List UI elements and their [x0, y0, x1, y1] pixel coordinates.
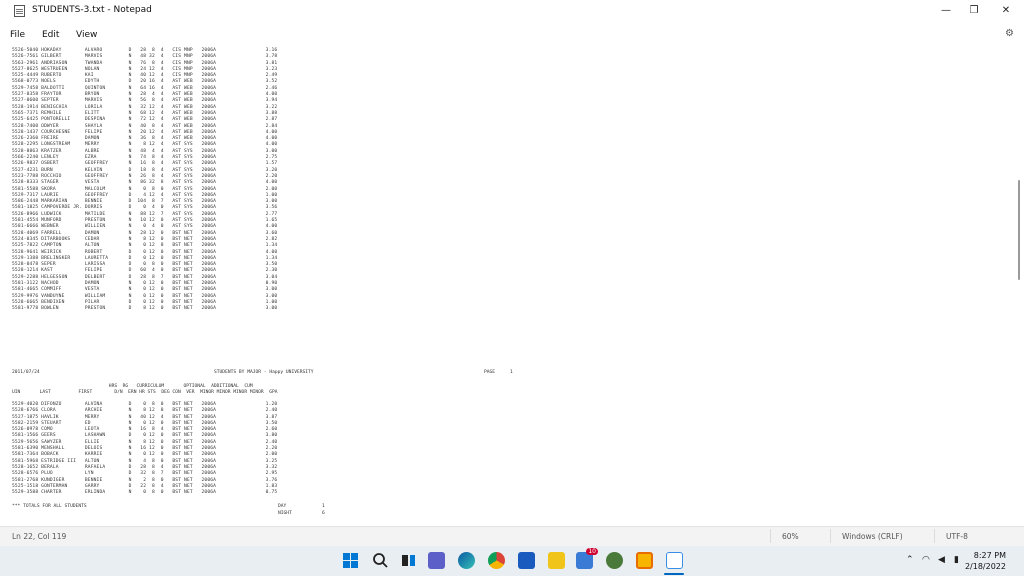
record-line: 5528-8333 STAGER VESTA N 86 32 8 AST SYS…	[12, 180, 278, 186]
report-date: 2011/07/24	[12, 370, 40, 375]
day-count: 1	[322, 504, 325, 509]
record-line: 5529-9976 VANDUYNE WILLIAM N 0 12 0 BST …	[12, 293, 278, 299]
task-view-icon[interactable]	[400, 552, 417, 569]
record-line: 5528-4069 FARRELL DAMON N 28 12 0 BST NE…	[12, 230, 278, 236]
minimize-button[interactable]: —	[932, 3, 960, 19]
teams-icon[interactable]	[428, 552, 445, 569]
record-line: 5527-1875 HAVLIK MERRY N 40 12 4 BST NET…	[12, 414, 278, 420]
page-label: PAGE	[484, 370, 496, 375]
notification-badge: 10	[586, 548, 598, 555]
app-icon[interactable]	[606, 552, 623, 569]
clock-date: 2/18/2022	[964, 562, 1006, 571]
battery-icon[interactable]: ▮	[954, 555, 959, 565]
photos-icon[interactable]: 10	[576, 548, 598, 569]
wifi-icon[interactable]: ◠	[922, 555, 930, 565]
record-line: 5529-3588 CHARTER ERLINDA N 0 8 0 BST NE…	[12, 490, 278, 496]
zoom-level: 60%	[782, 532, 799, 541]
record-line: 5526-7561 GILBERT MARVIS N 48 32 4 CIS M…	[12, 54, 278, 60]
notepad-taskbar-icon[interactable]	[666, 552, 683, 569]
records-bottom: 5529-4020 DIFONZO ALVINA D 0 8 0 BST NET…	[12, 402, 277, 496]
column-header-1: HRS RG CURRICULUM OPTIONAL ADDITIONAL CU…	[12, 384, 253, 389]
record-line: 5581-9778 BOWLEN PRESTON D 8 12 0 BST NE…	[12, 306, 278, 312]
taskbar: 10 ⌃ ◠ ◀ ▮ 8:27 PM 2/18/2022	[0, 546, 1024, 576]
record-line: 5528-7400 ODWYER SHAYLA N 40 8 4 AST WEB…	[12, 123, 278, 129]
encoding: UTF-8	[946, 532, 968, 541]
clock[interactable]: 8:27 PM 2/18/2022	[965, 550, 1006, 572]
page-number: 1	[510, 370, 513, 375]
line-ending: Windows (CRLF)	[842, 532, 903, 541]
night-count: 6	[322, 511, 325, 516]
windows-icon[interactable]	[342, 552, 359, 569]
record-line: 5527-4231 BURN KELVIN D 18 8 4 AST SYS 2…	[12, 167, 278, 173]
maximize-button[interactable]: ❐	[960, 3, 988, 19]
search-icon[interactable]	[372, 552, 389, 569]
explorer-icon[interactable]	[548, 552, 565, 569]
record-line: 5563-2961 ANDRIASON TWANDA N 76 8 4 CIS …	[12, 60, 278, 66]
status-bar: Ln 22, Col 119 60% Windows (CRLF) UTF-8	[0, 526, 1024, 547]
totals-label: *** TOTALS FOR ALL STUDENTS	[12, 504, 87, 509]
record-line: 5581-7364 BOBACK KARRIE N 0 12 0 BST NET…	[12, 452, 278, 458]
record-line: 5581-1566 GEERS LASHAWN D 0 12 0 BST NET…	[12, 433, 278, 439]
chevron-up-icon[interactable]: ⌃	[906, 555, 914, 565]
speaker-icon[interactable]: ◀	[938, 555, 945, 565]
record-line: 5528-6576 PLUO LYN D 32 8 7 BST NET 2006…	[12, 471, 278, 477]
records-top: 5526-5040 HOKADAY ALVARO D 28 8 4 CIS MN…	[12, 48, 277, 312]
word-icon[interactable]	[518, 552, 535, 569]
record-line: 5525-6425 PONTORELLI DESPINA N 72 12 4 A…	[12, 117, 278, 123]
record-line: 5527-0600 SEPTER MARVIS N 56 8 4 AST WEB…	[12, 98, 278, 104]
settings-icon[interactable]: ⚙	[1005, 28, 1014, 39]
record-line: 5528-1214 KAST FELIPE D 60 4 0 BST NET 2…	[12, 268, 278, 274]
record-line: 5526-9837 OSBERT GEOFFREY N 16 8 4 AST S…	[12, 161, 278, 167]
vertical-scrollbar[interactable]	[1018, 50, 1020, 520]
close-button[interactable]: ✕	[992, 3, 1020, 19]
record-line: 5581-2768 KUNDIGER BENNIE N 2 8 0 BST NE…	[12, 477, 278, 483]
active-indicator	[664, 573, 684, 575]
record-line: 5528-2295 LONGSTREAM MERRY N 8 12 4 AST …	[12, 142, 278, 148]
record-line: 5581-6666 WEBNER WILLIEN N 0 4 0 AST SYS…	[12, 224, 278, 230]
title-bar: STUDENTS-3.txt - Notepad — ❐ ✕	[0, 0, 1024, 22]
night-label: NIGHT	[278, 511, 292, 516]
day-label: DAY	[278, 504, 287, 509]
record-line: 5525-7822 CAMPTON ALTON N 0 12 8 BST NET…	[12, 243, 278, 249]
record-line: 5581-4665 COMMIFF VESTA N 0 12 0 BST NET…	[12, 287, 278, 293]
record-line: 5528-6766 CLORA ARCHIE N 8 12 8 BST NET …	[12, 408, 278, 414]
menu-bar: File Edit View	[0, 26, 1024, 44]
cursor-position: Ln 22, Col 119	[12, 532, 67, 541]
record-line: 5581-1825 CAMPOVERDE JR. DORRIS D 0 4 0 …	[12, 205, 278, 211]
chrome-icon[interactable]	[488, 552, 505, 569]
menu-edit[interactable]: Edit	[42, 30, 59, 40]
report-title: STUDENTS BY MAJOR - Happy UNIVERSITY	[214, 370, 314, 375]
notepad-icon	[14, 5, 25, 17]
scrollbar-thumb[interactable]	[1018, 180, 1020, 280]
record-line: 5581-5588 SKORA MALCOLM N 0 8 0 AST SYS …	[12, 186, 278, 192]
column-header-2: UIN LAST FIRST D/N ERN HR STS DEG CON VE…	[12, 390, 278, 395]
menu-file[interactable]: File	[10, 30, 25, 40]
edge-icon[interactable]	[458, 552, 475, 569]
app-icon[interactable]	[636, 552, 653, 569]
menu-view[interactable]: View	[76, 30, 97, 40]
record-line: 5528-9641 WEIRICK ROBERT D 0 12 0 BST NE…	[12, 249, 278, 255]
window-title: STUDENTS-3.txt - Notepad	[32, 5, 152, 15]
text-editor[interactable]: 5526-5040 HOKADAY ALVARO D 28 8 4 CIS MN…	[0, 46, 1024, 524]
record-line: 5568-0773 NOELS EDYTH D 20 16 4 AST WEB …	[12, 79, 278, 85]
clock-time: 8:27 PM	[973, 551, 1006, 560]
